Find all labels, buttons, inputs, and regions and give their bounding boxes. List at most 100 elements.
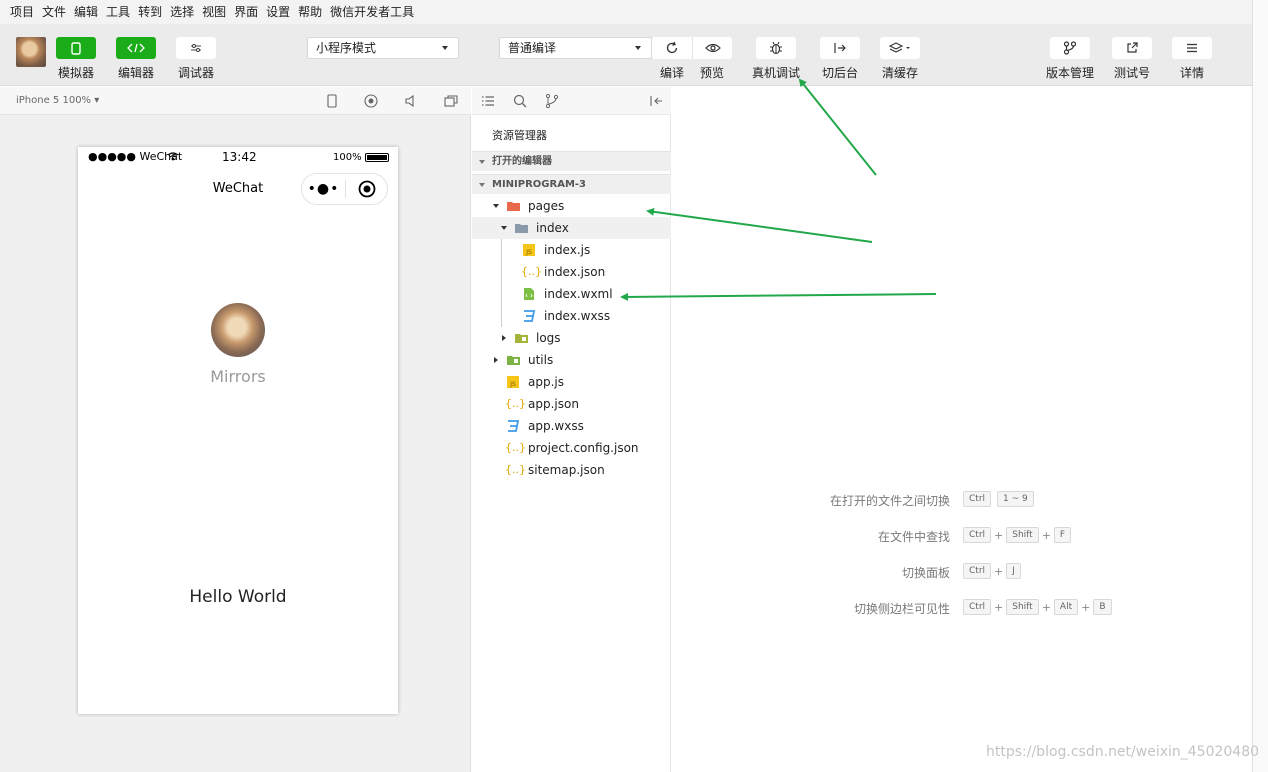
project-section[interactable]: MINIPROGRAM-3	[472, 174, 671, 194]
collapse-panel-icon[interactable]	[648, 93, 664, 109]
tree-label: logs	[536, 331, 561, 345]
background-button[interactable]: 切后台	[820, 37, 860, 81]
remote-debug-button[interactable]: 真机调试	[752, 37, 800, 81]
layers-icon	[880, 37, 920, 59]
tree-file-index-wxml[interactable]: index.wxml	[472, 283, 671, 305]
debugger-button[interactable]: 调试器	[176, 37, 216, 81]
tree-label: index.js	[544, 243, 591, 257]
key: Ctrl	[963, 563, 992, 579]
tree-label: pages	[528, 199, 565, 213]
editor-button[interactable]: 编辑器	[116, 37, 156, 81]
tree-file-app-wxss[interactable]: app.wxss	[472, 415, 671, 437]
key: F	[1053, 527, 1072, 543]
open-editors-label: 打开的编辑器	[492, 156, 552, 167]
key: Ctrl	[963, 491, 992, 507]
sound-icon[interactable]	[403, 93, 419, 109]
tree-folder-index[interactable]: index	[472, 217, 671, 239]
search-icon[interactable]	[512, 93, 528, 109]
mode-select[interactable]: 小程序模式	[307, 37, 459, 59]
key-joiner: +	[1041, 528, 1051, 542]
shortcut-desc: 在文件中查找	[877, 530, 950, 544]
preview-button[interactable]	[692, 37, 732, 59]
clear-cache-label: 清缓存	[881, 66, 918, 80]
tree-folder-logs[interactable]: logs	[472, 327, 671, 349]
compile-button[interactable]	[652, 37, 692, 59]
mode-select-value: 小程序模式	[316, 41, 377, 55]
key: Alt	[1053, 599, 1079, 615]
tree-folder-pages[interactable]: pages	[472, 195, 671, 217]
tree-label: utils	[528, 353, 554, 367]
source-control-icon[interactable]	[544, 93, 560, 109]
list-icon[interactable]	[480, 93, 496, 109]
tree-folder-utils[interactable]: utils	[472, 349, 671, 371]
phone-icon[interactable]	[324, 93, 340, 109]
tree-file-project-config[interactable]: {..} project.config.json	[472, 437, 671, 459]
shortcut-row: 切换面板 Ctrl + J	[672, 563, 1252, 581]
menu-bar: 项目 文件 编辑 工具 转到 选择 视图 界面 设置 帮助 微信开发者工具	[0, 0, 1252, 24]
wifi-icon	[167, 152, 179, 161]
shortcut-keys: Ctrl 1 ~ 9	[963, 491, 1034, 507]
git-branch-icon	[1050, 37, 1090, 59]
shortcut-keys: Ctrl + Shift + F	[963, 527, 1072, 543]
more-icon[interactable]: •●•	[302, 181, 345, 197]
key: J	[1006, 563, 1021, 579]
eye-icon	[704, 43, 721, 53]
open-editors-section[interactable]: 打开的编辑器	[472, 151, 671, 171]
debugger-label: 调试器	[177, 66, 214, 80]
record-icon[interactable]	[363, 93, 379, 109]
close-miniprogram-button[interactable]	[346, 180, 387, 198]
shortcut-desc: 切换侧边栏可见性	[853, 602, 950, 616]
tree-file-app-js[interactable]: JS app.js	[472, 371, 671, 393]
tree-label: project.config.json	[528, 441, 639, 455]
key: Shift	[1006, 527, 1039, 543]
menu-project[interactable]: 项目	[6, 0, 38, 24]
js-file-icon: JS	[523, 244, 535, 256]
folder-open-icon	[515, 224, 528, 233]
details-label: 详情	[1179, 66, 1204, 80]
device-select[interactable]: iPhone 5 100% ▾	[16, 95, 99, 106]
bug-icon	[756, 37, 796, 59]
motto-text: Hello World	[189, 587, 287, 607]
chevron-down-icon	[493, 204, 499, 208]
capsule-menu: •●•	[301, 173, 388, 205]
json-file-icon: {..}	[505, 463, 526, 476]
sliders-icon	[176, 37, 216, 59]
tree-label: index	[536, 221, 569, 235]
test-account-button[interactable]: 测试号	[1112, 37, 1152, 81]
compile-mode-select[interactable]: 普通编译	[499, 37, 652, 59]
tree-label: app.js	[528, 375, 564, 389]
menu-view[interactable]: 视图	[198, 0, 230, 24]
menu-lines-icon	[1172, 37, 1212, 59]
tree-file-sitemap[interactable]: {..} sitemap.json	[472, 459, 671, 481]
key: B	[1093, 599, 1112, 615]
menu-help[interactable]: 帮助	[294, 0, 326, 24]
menu-edit[interactable]: 编辑	[70, 0, 102, 24]
version-control-button[interactable]: 版本管理	[1046, 37, 1094, 81]
menu-settings[interactable]: 设置	[262, 0, 294, 24]
menu-interface[interactable]: 界面	[230, 0, 262, 24]
shortcut-desc: 在打开的文件之间切换	[829, 494, 950, 508]
chevron-right-icon	[494, 357, 498, 363]
compile-preview-group	[652, 37, 732, 59]
multi-window-icon[interactable]	[443, 93, 459, 109]
menu-goto[interactable]: 转到	[134, 0, 166, 24]
menu-file[interactable]: 文件	[38, 0, 70, 24]
editor-label: 编辑器	[117, 66, 154, 80]
details-button[interactable]: 详情	[1172, 37, 1212, 81]
menu-wechat-devtools[interactable]: 微信开发者工具	[326, 0, 418, 24]
tree-label: index.wxss	[544, 309, 611, 323]
simulator-button[interactable]: 模拟器	[56, 37, 96, 81]
shortcut-row: 在文件中查找 Ctrl + Shift + F	[672, 527, 1252, 545]
tree-file-app-json[interactable]: {..} app.json	[472, 393, 671, 415]
tree-file-index-json[interactable]: {..} index.json	[472, 261, 671, 283]
json-file-icon: {..}	[505, 441, 526, 454]
tree-file-index-js[interactable]: JS index.js	[472, 239, 671, 261]
user-avatar-toolbar[interactable]	[16, 37, 46, 67]
menu-select[interactable]: 选择	[166, 0, 198, 24]
chevron-down-icon	[501, 226, 507, 230]
remote-debug-label: 真机调试	[752, 66, 801, 80]
clear-cache-button[interactable]: 清缓存	[880, 37, 920, 81]
tree-file-index-wxss[interactable]: index.wxss	[472, 305, 671, 327]
menu-tools[interactable]: 工具	[102, 0, 134, 24]
code-icon	[116, 37, 156, 59]
